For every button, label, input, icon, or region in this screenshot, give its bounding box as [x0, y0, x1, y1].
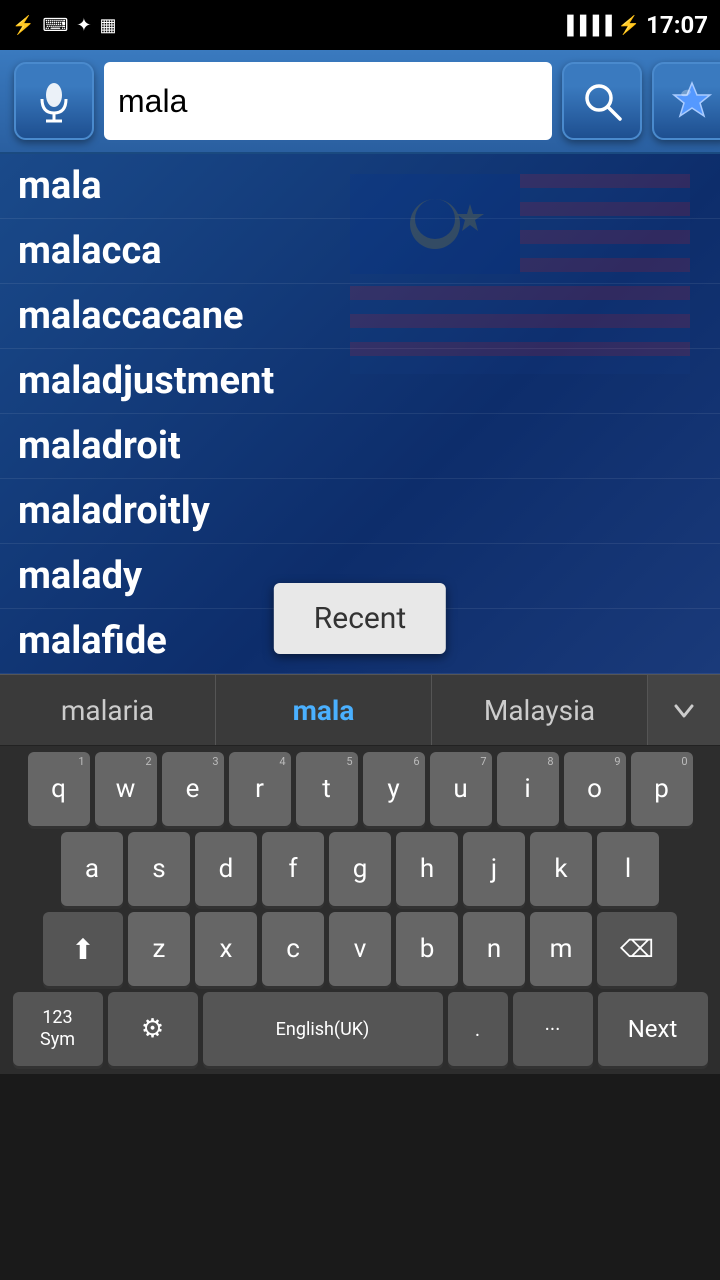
key-a[interactable]: a: [61, 832, 123, 906]
keyboard-icon: ⌨: [42, 15, 68, 36]
key-u[interactable]: 7u: [430, 752, 492, 826]
period-key[interactable]: .: [448, 992, 508, 1066]
suggestion-mala[interactable]: mala: [216, 675, 432, 745]
key-k[interactable]: k: [530, 832, 592, 906]
key-g[interactable]: g: [329, 832, 391, 906]
space-key[interactable]: English(UK): [203, 992, 443, 1066]
key-i[interactable]: 8i: [497, 752, 559, 826]
keyboard-row-1: 1q 2w 3e 4r 5t 6y 7u 8i 9o 0p: [4, 752, 716, 826]
list-item[interactable]: maladroitly: [0, 479, 720, 544]
key-o[interactable]: 9o: [564, 752, 626, 826]
search-button[interactable]: [562, 62, 642, 140]
space-key-label: English(UK): [276, 1019, 370, 1040]
keyboard: 1q 2w 3e 4r 5t 6y 7u 8i 9o 0p a s d f g …: [0, 746, 720, 1074]
next-key[interactable]: Next: [598, 992, 708, 1066]
list-item[interactable]: maladroit: [0, 414, 720, 479]
key-h[interactable]: h: [396, 832, 458, 906]
key-d[interactable]: d: [195, 832, 257, 906]
key-f[interactable]: f: [262, 832, 324, 906]
key-n[interactable]: n: [463, 912, 525, 986]
key-z[interactable]: z: [128, 912, 190, 986]
key-b[interactable]: b: [396, 912, 458, 986]
key-j[interactable]: j: [463, 832, 525, 906]
watermark-flag: [350, 174, 690, 374]
key-y[interactable]: 6y: [363, 752, 425, 826]
key-w[interactable]: 2w: [95, 752, 157, 826]
key-e[interactable]: 3e: [162, 752, 224, 826]
clock: 17:07: [646, 11, 708, 39]
key-s[interactable]: s: [128, 832, 190, 906]
favorites-button[interactable]: [652, 62, 720, 140]
signal-icon: ▐▐▐▐: [561, 15, 612, 36]
key-q[interactable]: 1q: [28, 752, 90, 826]
mic-button[interactable]: [14, 62, 94, 140]
search-input[interactable]: [104, 62, 552, 140]
key-c[interactable]: c: [262, 912, 324, 986]
key-r[interactable]: 4r: [229, 752, 291, 826]
settings-key[interactable]: ⚙: [108, 992, 198, 1066]
recent-button[interactable]: Recent: [274, 583, 446, 654]
key-m[interactable]: m: [530, 912, 592, 986]
battery-icon: ⚡: [618, 15, 640, 36]
key-x[interactable]: x: [195, 912, 257, 986]
results-area: mala malacca malaccacane maladjustment m…: [0, 154, 720, 674]
usb-icon: ⚡: [12, 15, 34, 36]
keyboard-row-3: ⬆ z x c v b n m ⌫: [4, 912, 716, 986]
dropbox-icon: ✦: [76, 15, 91, 36]
search-bar: [0, 50, 720, 154]
keyboard-row-2: a s d f g h j k l: [4, 832, 716, 906]
backspace-key[interactable]: ⌫: [597, 912, 677, 986]
key-p[interactable]: 0p: [631, 752, 693, 826]
sym-key[interactable]: 123Sym: [13, 992, 103, 1066]
key-v[interactable]: v: [329, 912, 391, 986]
ellipsis-key[interactable]: ···: [513, 992, 593, 1066]
key-t[interactable]: 5t: [296, 752, 358, 826]
status-bar: ⚡ ⌨ ✦ ▦ ▐▐▐▐ ⚡ 17:07: [0, 0, 720, 50]
suggestions-dropdown[interactable]: [648, 675, 720, 745]
status-right: ▐▐▐▐ ⚡ 17:07: [561, 11, 708, 39]
suggestion-malaria[interactable]: malaria: [0, 675, 216, 745]
sim-icon: ▦: [100, 15, 117, 36]
key-l[interactable]: l: [597, 832, 659, 906]
keyboard-bottom-row: 123Sym ⚙ English(UK) . ··· Next: [4, 992, 716, 1066]
shift-key[interactable]: ⬆: [43, 912, 123, 986]
suggestion-bar: malaria mala Malaysia: [0, 674, 720, 746]
suggestion-malaysia[interactable]: Malaysia: [432, 675, 648, 745]
status-icons-left: ⚡ ⌨ ✦ ▦: [12, 15, 117, 36]
